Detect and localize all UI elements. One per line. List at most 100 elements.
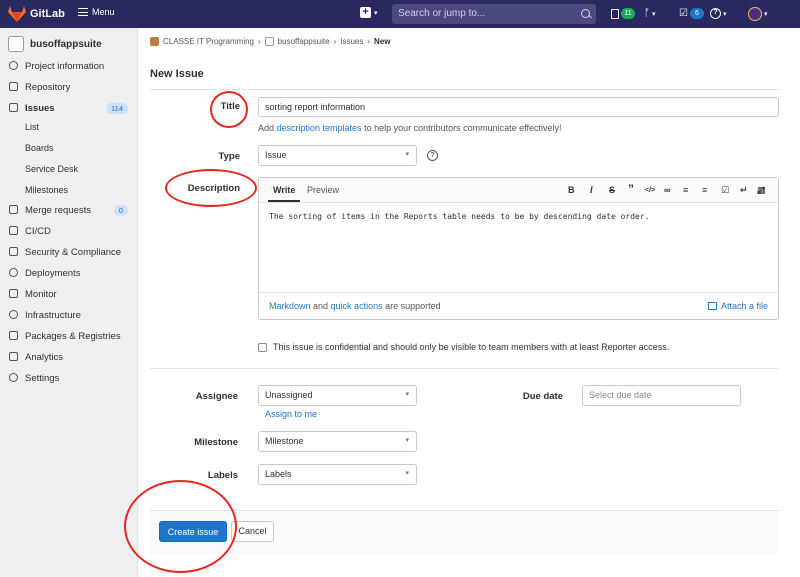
markdown-link[interactable]: Markdown bbox=[269, 301, 311, 311]
md-and: and bbox=[310, 301, 331, 311]
sidebar-item-settings[interactable]: Settings bbox=[0, 368, 138, 388]
sidebar-subitem-milestones[interactable]: Milestones bbox=[25, 185, 68, 195]
brand-name[interactable]: GitLab bbox=[30, 8, 65, 20]
chevron-down-icon: ▾ bbox=[723, 10, 727, 18]
active-tab-indicator bbox=[268, 200, 300, 202]
annotation-circle-title bbox=[210, 91, 248, 128]
search-icon bbox=[581, 9, 590, 18]
help-icon: ? bbox=[710, 8, 721, 19]
type-select[interactable]: Issue ▾ bbox=[258, 145, 417, 166]
sidebar-item-packages[interactable]: Packages & Registries bbox=[0, 326, 138, 346]
sidebar-item-label: Infrastructure bbox=[25, 309, 81, 321]
chevron-right-icon: › bbox=[258, 37, 261, 46]
sidebar-item-merge-requests[interactable]: Merge requests 0 bbox=[0, 200, 138, 220]
numbered-list-icon[interactable]: ≡ bbox=[702, 185, 707, 195]
assign-to-me-link[interactable]: Assign to me bbox=[265, 409, 317, 419]
markdown-support-text: Markdown and quick actions are supported bbox=[269, 301, 441, 311]
gitlab-logo-icon[interactable] bbox=[8, 6, 26, 22]
menu-button[interactable]: Menu bbox=[78, 7, 115, 17]
assignee-select[interactable]: Unassigned ▾ bbox=[258, 385, 417, 406]
confidential-checkbox[interactable] bbox=[258, 342, 267, 352]
link-icon[interactable]: ∞ bbox=[664, 185, 670, 195]
sidebar-item-label: Packages & Registries bbox=[25, 330, 121, 342]
breadcrumb-group[interactable]: CLASSE IT Programming bbox=[163, 37, 254, 46]
sidebar-item-label: Security & Compliance bbox=[25, 246, 122, 258]
sidebar-item-deployments[interactable]: Deployments bbox=[0, 263, 138, 283]
quick-actions-link[interactable]: quick actions bbox=[331, 301, 383, 311]
package-icon bbox=[9, 331, 18, 340]
chevron-down-icon: ▾ bbox=[405, 470, 409, 477]
sidebar-item-label: Repository bbox=[25, 81, 71, 93]
todo-check-icon: ☑ bbox=[679, 8, 688, 19]
issues-icon bbox=[9, 103, 18, 112]
quote-icon[interactable]: ” bbox=[628, 182, 634, 196]
merge-requests-count-badge: 0 bbox=[113, 204, 128, 216]
editor-header: Write Preview B I S ” </> ∞ ≡ ≡ ☑ ↵ ▦ bbox=[259, 178, 778, 203]
breadcrumb-project[interactable]: busoffappsuite bbox=[278, 37, 330, 46]
attach-file-button[interactable]: Attach a file bbox=[707, 301, 768, 311]
attach-label: Attach a file bbox=[720, 301, 768, 311]
monitor-icon bbox=[9, 289, 18, 298]
italic-icon[interactable]: I bbox=[590, 185, 593, 195]
fullscreen-icon[interactable]: ⤢ bbox=[757, 185, 764, 196]
todos-count-badge: 6 bbox=[689, 8, 704, 19]
sidebar-item-infrastructure[interactable]: Infrastructure bbox=[0, 305, 138, 325]
tab-write[interactable]: Write bbox=[273, 185, 295, 195]
sidebar-subitem-list[interactable]: List bbox=[25, 122, 39, 132]
description-templates-link[interactable]: description templates bbox=[277, 123, 362, 133]
strikethrough-icon[interactable]: S bbox=[609, 185, 615, 195]
doc-icon bbox=[9, 82, 18, 91]
project-header[interactable]: busoffappsuite bbox=[8, 36, 102, 52]
editor-footer: Markdown and quick actions are supported… bbox=[259, 292, 778, 319]
project-avatar bbox=[8, 36, 24, 52]
sidebar-subitem-service-desk[interactable]: Service Desk bbox=[25, 164, 78, 174]
due-date-label: Due date bbox=[522, 391, 563, 402]
confidential-label: This issue is confidential and should on… bbox=[273, 342, 670, 352]
cancel-button[interactable]: Cancel bbox=[231, 521, 274, 542]
tab-preview[interactable]: Preview bbox=[307, 185, 339, 195]
labels-label: Labels bbox=[207, 470, 238, 481]
sidebar-item-label: Settings bbox=[25, 372, 60, 384]
issues-nav-button[interactable]: 11 bbox=[611, 8, 635, 19]
chevron-down-icon: ▾ bbox=[764, 11, 768, 18]
task-list-icon[interactable]: ☑ bbox=[721, 185, 729, 196]
sidebar-item-security[interactable]: Security & Compliance bbox=[0, 242, 138, 262]
new-dropdown-button[interactable]: + ▾ bbox=[360, 7, 378, 18]
bullet-list-icon[interactable]: ≡ bbox=[683, 185, 688, 195]
sidebar-item-cicd[interactable]: CI/CD bbox=[0, 221, 138, 241]
sidebar-item-monitor[interactable]: Monitor bbox=[0, 284, 138, 304]
sidebar-item-label: Issues bbox=[25, 102, 55, 114]
labels-select[interactable]: Labels ▾ bbox=[258, 464, 417, 485]
collapsible-icon[interactable]: ↵ bbox=[740, 185, 748, 196]
code-icon[interactable]: </> bbox=[645, 187, 655, 194]
milestone-select[interactable]: Milestone ▾ bbox=[258, 431, 417, 452]
help-button[interactable]: ? ▾ bbox=[710, 8, 727, 19]
sidebar-item-analytics[interactable]: Analytics bbox=[0, 347, 138, 367]
breadcrumb-current: New bbox=[374, 37, 391, 46]
merge-requests-nav-button[interactable]: ᚩ ▾ bbox=[644, 8, 656, 19]
breadcrumb-issues[interactable]: Issues bbox=[340, 37, 363, 46]
question-icon[interactable]: ? bbox=[427, 150, 438, 161]
due-date-input[interactable]: Select due date bbox=[582, 385, 741, 406]
sidebar-item-label: Deployments bbox=[25, 267, 81, 279]
description-textarea[interactable]: The sorting of items in the Reports tabl… bbox=[269, 212, 650, 221]
title-input[interactable]: sorting report information bbox=[258, 97, 779, 117]
shield-icon bbox=[9, 247, 18, 256]
user-menu-button[interactable]: ▾ bbox=[748, 7, 768, 21]
issues-icon bbox=[611, 8, 619, 19]
annotation-circle-description bbox=[165, 169, 257, 207]
search-input[interactable]: Search or jump to... bbox=[392, 4, 596, 24]
type-label: Type bbox=[218, 151, 240, 162]
todos-nav-button[interactable]: ☑ 6 bbox=[679, 8, 704, 19]
cloud-icon bbox=[9, 310, 18, 319]
issues-count-badge: 114 bbox=[106, 102, 128, 114]
sidebar-item-project-information[interactable]: Project information bbox=[0, 56, 138, 76]
bold-icon[interactable]: B bbox=[568, 185, 575, 195]
issues-count-badge: 11 bbox=[621, 8, 635, 19]
rocket-icon bbox=[9, 226, 18, 235]
sidebar-item-repository[interactable]: Repository bbox=[0, 77, 138, 97]
sidebar-subitem-boards[interactable]: Boards bbox=[25, 143, 54, 153]
type-value: Issue bbox=[265, 150, 287, 160]
milestone-label: Milestone bbox=[194, 437, 238, 448]
sidebar-item-issues[interactable]: Issues 114 bbox=[0, 98, 138, 118]
